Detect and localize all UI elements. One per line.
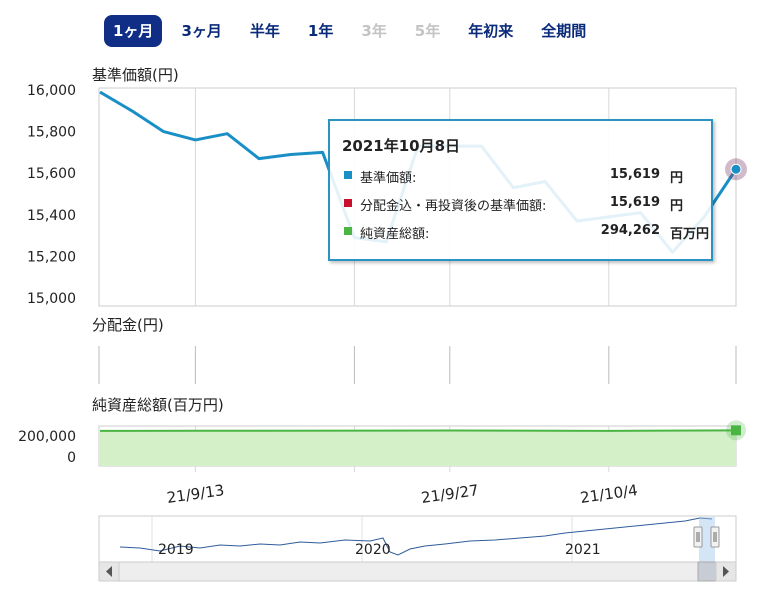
chart-area: 基準価額(円) 分配金(円) 純資産総額(百万円) 16,000 15,800 15…: [18, 66, 747, 582]
y-tick-label: 15,000: [27, 291, 76, 307]
tooltip-label: 基準価額:: [360, 171, 417, 186]
x-tick-label: 21/9/13: [166, 481, 226, 507]
reinvest-legend-swatch: [344, 199, 352, 207]
tooltip-row-nav: 基準価額: 15,619 円: [344, 167, 704, 186]
y-tick-label: 15,800: [27, 125, 76, 141]
nav-panel-title: 基準価額(円): [92, 66, 179, 84]
tooltip-row-reinvest: 分配金込・再投資後の基準価額: 15,619 円: [344, 195, 704, 214]
y-tick-label: 15,200: [27, 249, 76, 265]
scrollbar[interactable]: [98, 561, 737, 582]
y-tick-label: 200,000: [18, 429, 76, 445]
navigator-year-label: 2021: [565, 542, 601, 558]
assets-area: [100, 430, 736, 466]
x-tick-label: 21/10/4: [579, 481, 639, 507]
tooltip-row-assets: 純資産総額: 294,262 百万円: [344, 223, 709, 242]
navigator-handle-right[interactable]: [710, 526, 720, 548]
tooltip-value: 294,262: [600, 223, 660, 238]
assets-panel-title: 純資産総額(百万円): [92, 396, 224, 414]
tooltip-unit: 百万円: [670, 227, 710, 242]
nav-y-axis: 16,000 15,800 15,600 15,400 15,200 15,000: [27, 83, 76, 307]
tooltip-unit: 円: [670, 199, 684, 214]
assets-point: [731, 425, 741, 436]
navigator[interactable]: 2019 2020 2021: [98, 515, 737, 563]
nav-point: [730, 163, 742, 175]
dist-panel-title: 分配金(円): [92, 316, 164, 334]
y-tick-label: 16,000: [27, 83, 76, 99]
tooltip-label: 純資産総額:: [360, 227, 430, 242]
assets-y-axis: 200,000 0: [18, 429, 76, 466]
scrollbar-track[interactable]: [98, 561, 737, 582]
y-tick-label: 0: [67, 450, 76, 466]
scrollbar-thumb[interactable]: [697, 561, 717, 582]
y-tick-label: 15,400: [27, 208, 76, 224]
nav-legend-swatch: [344, 171, 352, 179]
assets-legend-swatch: [344, 227, 352, 235]
chart-tooltip: 2021年10月8日 基準価額: 15,619 円 分配金込・再投資後の基準価額…: [328, 119, 713, 261]
navigator-year-label: 2019: [158, 542, 194, 558]
tooltip-value: 15,619: [609, 167, 660, 182]
tooltip-value: 15,619: [609, 195, 660, 210]
x-axis: 21/9/13 21/9/27 21/10/4: [166, 481, 639, 507]
navigator-handle-left[interactable]: [693, 526, 703, 548]
navigator-year-label: 2020: [355, 542, 391, 558]
tooltip-label: 分配金込・再投資後の基準価額:: [360, 199, 547, 214]
assets-line: [99, 429, 737, 432]
tooltip-date: 2021年10月8日: [342, 137, 461, 155]
x-tick-label: 21/9/27: [420, 481, 480, 507]
y-tick-label: 15,600: [27, 166, 76, 182]
navigator-frame: [98, 515, 737, 563]
tooltip-unit: 円: [670, 171, 684, 186]
